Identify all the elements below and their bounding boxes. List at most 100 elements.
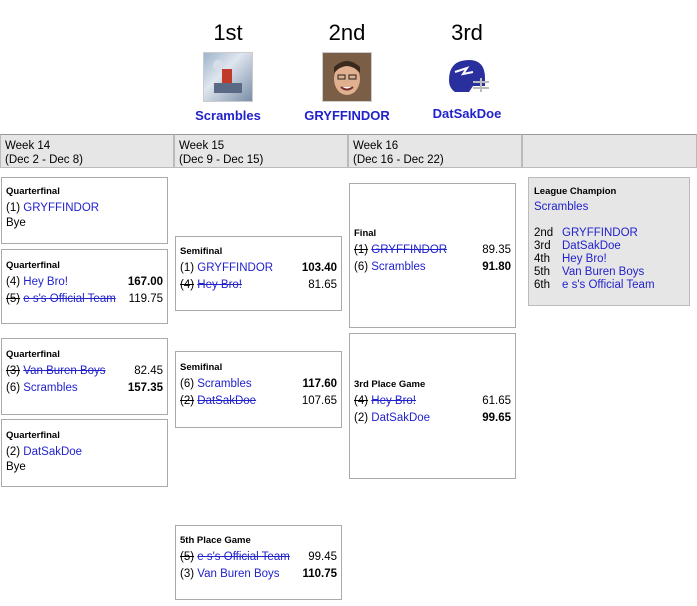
podium-team-link[interactable]: Scrambles [168,108,288,123]
week-dates: (Dec 2 - Dec 8) [5,154,83,166]
matchup-title: Quarterfinal [6,349,60,360]
matchup-quarterfinal-1[interactable]: Quarterfinal (1) GRYFFINDOR Bye [1,177,168,244]
team-link[interactable]: e s's Official Team [23,293,116,305]
matchup-title: Quarterfinal [6,186,60,197]
matchup-final[interactable]: Final (1) GRYFFINDOR 89.35 (6) Scrambles… [349,183,516,328]
score: 117.60 [302,378,337,390]
score: 82.45 [134,365,163,377]
seed: (4) [180,279,195,291]
matchup-semifinal-2[interactable]: Semifinal (6) Scrambles 117.60 (2) DatSa… [175,351,342,428]
score: 157.35 [127,382,163,394]
podium-first: 1st Scrambles [168,20,288,123]
week-dates: (Dec 9 - Dec 15) [179,154,264,166]
team-link[interactable]: Van Buren Boys [197,568,279,580]
rank-label: 5th [534,266,550,278]
football-helmet-icon [449,60,489,92]
team-link[interactable]: DatSakDoe [371,412,430,424]
bye-label: Bye [6,217,26,229]
matchup-row: (6) Scrambles 157.35 [6,380,163,397]
team-link[interactable]: DatSakDoe [23,446,82,458]
podium-team-link[interactable]: GRYFFINDOR [287,108,407,123]
team-link[interactable]: DatSakDoe [197,395,256,407]
matchup-title: 3rd Place Game [354,379,426,390]
matchup-semifinal-1[interactable]: Semifinal (1) GRYFFINDOR 103.40 (4) Hey … [175,236,342,311]
team-link[interactable]: e s's Official Team [562,279,655,292]
team-link[interactable]: Van Buren Boys [562,266,644,279]
rank-row: 5th Van Buren Boys [534,266,684,279]
team-link[interactable]: Scrambles [371,261,425,273]
team-link[interactable]: e s's Official Team [197,551,290,563]
team-logo-datsakdoe[interactable] [443,52,491,100]
seed: (4) [354,395,369,407]
seed: (2) [6,446,21,458]
matchup-quarterfinal-2[interactable]: Quarterfinal (4) Hey Bro! 167.00 (5) e s… [1,249,168,324]
seed: (6) [180,378,195,390]
seed: (5) [180,551,195,563]
rank-row: 2nd GRYFFINDOR [534,227,684,240]
matchup-quarterfinal-3[interactable]: Quarterfinal (3) Van Buren Boys 82.45 (6… [1,338,168,415]
matchup-row: (4) Hey Bro! 61.65 [354,393,511,410]
matchup-row: (5) e s's Official Team 99.45 [180,549,337,566]
matchup-fifth-place[interactable]: 5th Place Game (5) e s's Official Team 9… [175,525,342,600]
team-link[interactable]: GRYFFINDOR [23,202,99,214]
team-link[interactable]: Van Buren Boys [23,365,105,377]
team-link[interactable]: GRYFFINDOR [371,244,447,256]
matchup-title: Quarterfinal [6,430,60,441]
score: 89.35 [482,244,511,256]
seed: (6) [354,261,369,273]
matchup-third-place[interactable]: 3rd Place Game (4) Hey Bro! 61.65 (2) Da… [349,333,516,479]
matchup-row: (6) Scrambles 91.80 [354,259,511,276]
podium-team-link[interactable]: DatSakDoe [407,106,527,121]
seed: (1) [354,244,369,256]
league-champion-panel: League Champion Scrambles 2nd GRYFFINDOR… [528,177,690,306]
matchup-title: Semifinal [180,362,223,373]
matchup-row: (3) Van Buren Boys 82.45 [6,363,163,380]
team-link[interactable]: Hey Bro! [562,253,607,266]
week-header-16: Week 16 (Dec 16 - Dec 22) [348,134,522,168]
rank-label: 6th [534,279,550,291]
team-link[interactable]: Hey Bro! [371,395,416,407]
score: 167.00 [127,276,163,288]
score: 119.75 [128,293,163,305]
team-link[interactable]: Hey Bro! [197,279,242,291]
seed: (3) [180,568,195,580]
team-link[interactable]: GRYFFINDOR [197,262,273,274]
seed: (3) [6,365,21,377]
score: 99.45 [308,551,337,563]
score: 107.65 [301,395,337,407]
bye-label: Bye [6,461,26,473]
week-dates: (Dec 16 - Dec 22) [353,154,444,166]
matchup-row: (2) DatSakDoe 107.65 [180,393,337,410]
matchup-row: (4) Hey Bro! 167.00 [6,274,163,291]
team-logo-scrambles[interactable] [203,52,253,102]
score: 103.40 [301,262,337,274]
score: 81.65 [308,279,337,291]
matchup-row: (2) DatSakDoe [6,444,163,461]
matchup-title: Final [354,228,377,239]
face-avatar-icon [323,53,371,101]
rank-label: 2nd [534,227,554,239]
team-link[interactable]: Hey Bro! [23,276,68,288]
team-link[interactable]: Scrambles [197,378,251,390]
score: 61.65 [482,395,511,407]
team-link[interactable]: DatSakDoe [562,240,621,253]
rank-label: 3rd [534,240,551,252]
team-logo-gryffindor[interactable] [322,52,372,102]
team-link[interactable]: GRYFFINDOR [562,227,638,240]
score: 99.65 [482,412,511,424]
week-label: Week 14 [5,140,51,152]
seed: (4) [6,276,21,288]
week-header-blank [522,134,697,168]
seed: (2) [354,412,369,424]
score: 110.75 [302,568,337,580]
rank-row: 6th e s's Official Team [534,279,684,292]
rank-row: 3rd DatSakDoe [534,240,684,253]
rank-row: 4th Hey Bro! [534,253,684,266]
matchup-quarterfinal-4[interactable]: Quarterfinal (2) DatSakDoe Bye [1,419,168,487]
matchup-title: Semifinal [180,246,223,257]
champion-team-link[interactable]: Scrambles [534,201,684,213]
matchup-row: (4) Hey Bro! 81.65 [180,277,337,294]
robot-arm-icon [213,60,242,93]
podium-place: 1st [213,20,243,45]
team-link[interactable]: Scrambles [23,382,77,394]
